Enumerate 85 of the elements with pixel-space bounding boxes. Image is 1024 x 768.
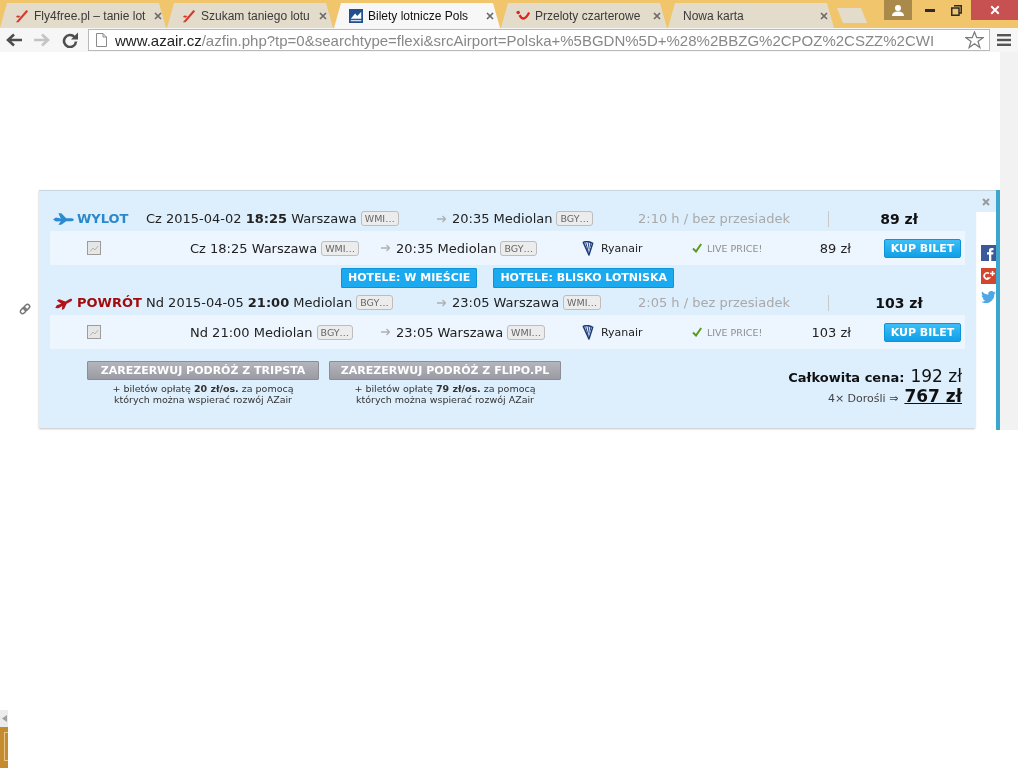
- arrival-info: 20:35 Mediolan: [452, 211, 553, 226]
- google-plus-icon: [981, 268, 996, 284]
- arrow-right-icon: [437, 298, 446, 307]
- total-label: Całkowita cena:: [788, 370, 905, 385]
- departure-info: Cz 2015-04-02 18:25 Warszawa: [146, 211, 357, 226]
- departure-info: Nd 21:00 Mediolan: [190, 324, 313, 340]
- airport-code: WMI…: [507, 324, 545, 340]
- airport-code: WMI…: [360, 211, 399, 226]
- smile-icon: [516, 9, 530, 23]
- swoosh-icon: [182, 9, 196, 23]
- browser-tab[interactable]: Nowa karta: [668, 3, 834, 28]
- check-icon: [692, 243, 702, 253]
- plane-icon: [53, 212, 74, 225]
- airline-name: Ryanair: [601, 325, 643, 339]
- person-icon: [892, 4, 904, 16]
- reload-icon: [62, 32, 78, 48]
- segment-price: 103 zł: [811, 324, 851, 340]
- arrow-right-icon: [381, 244, 390, 252]
- airport-code: WMI…: [563, 295, 601, 310]
- browser-tab[interactable]: Szukam taniego lotu: [167, 3, 333, 28]
- tab-close-button[interactable]: [819, 11, 829, 21]
- booking-note: + biletów opłatę 79 zł/os. za pomocą których można wspierać rozwój AZair: [354, 383, 536, 405]
- airline-name: Ryanair: [601, 241, 643, 255]
- airport-code: BGY…: [556, 211, 593, 226]
- minimize-icon: [924, 8, 935, 12]
- arrival-info: 23:05 Warszawa: [396, 324, 504, 340]
- arrow-left-icon: [6, 33, 22, 47]
- passenger-count: 4× Dorośli ⇒: [827, 392, 899, 405]
- flight-duration: 2:05 h / bez przesiadek: [638, 295, 791, 310]
- browser-tab[interactable]: Bilety lotnicze Pols: [334, 3, 500, 28]
- swoosh-icon: [15, 9, 29, 23]
- link-icon: [18, 302, 32, 316]
- close-icon: [319, 12, 327, 20]
- restore-icon: [951, 4, 962, 16]
- leg-price: 89 zł: [880, 210, 918, 227]
- close-icon: [989, 5, 1000, 15]
- arrow-right-icon: [381, 328, 390, 336]
- menu-icon: [997, 34, 1011, 46]
- check-icon: [692, 327, 702, 337]
- close-button[interactable]: [975, 190, 996, 212]
- harp-icon: [582, 324, 594, 340]
- site-logo-icon: [349, 9, 363, 23]
- airport-code: BGY…: [500, 240, 537, 256]
- live-price-label: LIVE PRICE!: [707, 242, 763, 254]
- address-field[interactable]: www.azair.cz/azfin.php?tp=0&searchtype=flexi&srcAirport=Polska+%5BGDN%5D+%28%2BBZG%2CPOZ%2CSZZ%2CWI: [88, 29, 990, 51]
- window-close-button[interactable]: [971, 0, 1018, 20]
- close-icon: [486, 12, 494, 20]
- total-price: 192 zł: [910, 366, 962, 386]
- arrival-info: 20:35 Mediolan: [396, 240, 497, 256]
- close-icon: [820, 12, 828, 20]
- image-icon: [87, 241, 101, 255]
- flight-direction-label: POWRÓT: [77, 295, 143, 310]
- grand-total-price: 767 zł: [904, 386, 962, 406]
- tab-close-button[interactable]: [485, 11, 495, 21]
- url-text: www.azair.cz/azfin.php?tp=0&searchtype=flexi&srcAirport=Polska+%5BGDN%5D+%28%2BBZG%2CPOZ%2CSZZ%2CWI: [115, 31, 935, 49]
- flight-duration: 2:10 h / bez przesiadek: [638, 211, 791, 226]
- leg-price: 103 zł: [875, 294, 923, 311]
- harp-icon: [582, 240, 594, 256]
- tab-close-button[interactable]: [318, 11, 328, 21]
- browser-tab[interactable]: Przeloty czarterowe: [501, 3, 667, 28]
- page-icon: [96, 33, 107, 47]
- panel-edge: [0, 727, 8, 768]
- arrival-info: 23:05 Warszawa: [452, 295, 560, 310]
- live-price-label: LIVE PRICE!: [707, 326, 763, 338]
- facebook-icon: [981, 245, 996, 261]
- departure-info: Nd 2015-04-05 21:00 Mediolan: [146, 295, 353, 310]
- close-icon: [653, 12, 661, 20]
- tab-close-button[interactable]: [153, 11, 164, 21]
- close-icon: [154, 12, 163, 20]
- browser-tab[interactable]: Fly4free.pl – tanie lot: [0, 3, 166, 28]
- bird-icon: [981, 291, 996, 303]
- arrow-right-icon: [437, 214, 446, 223]
- flight-direction-label: WYLOT: [77, 211, 130, 226]
- airport-code: BGY…: [356, 295, 393, 310]
- star-icon: [965, 31, 984, 49]
- image-icon: [87, 325, 101, 339]
- departure-info: Cz 18:25 Warszawa: [190, 240, 318, 256]
- segment-price: 89 zł: [819, 240, 851, 256]
- close-icon: [981, 197, 990, 206]
- airport-code: BGY…: [316, 324, 354, 340]
- bookmark-button[interactable]: [965, 31, 984, 49]
- arrow-right-icon: [34, 33, 50, 47]
- booking-note: + biletów opłatę 20 zł/os. za pomocą których można wspierać rozwój AZair: [112, 383, 294, 405]
- tab-close-button[interactable]: [652, 11, 662, 21]
- airport-code: WMI…: [321, 240, 360, 256]
